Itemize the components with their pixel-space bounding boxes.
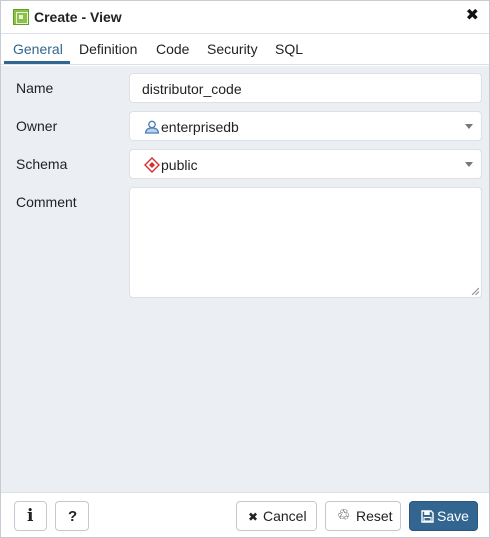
tab-bar: General Definition Code Security SQL (1, 35, 489, 65)
close-icon[interactable]: ✖ (466, 8, 479, 24)
tab-general[interactable]: General (13, 41, 63, 57)
owner-value: enterprisedb (161, 119, 239, 135)
create-view-dialog: Create - View ✖ General Definition Code … (0, 0, 490, 538)
cancel-button[interactable]: ✖ Cancel (236, 501, 317, 531)
info-button[interactable]: i (14, 501, 47, 531)
save-label: Save (437, 508, 469, 524)
help-icon: ? (68, 508, 78, 525)
user-icon (144, 120, 160, 134)
chevron-down-icon[interactable] (465, 124, 473, 129)
chevron-down-icon[interactable] (465, 162, 473, 167)
general-tab-panel: Name distributor_code Owner enterprisedb… (1, 66, 489, 492)
owner-select[interactable]: enterprisedb (129, 111, 482, 141)
comment-label: Comment (16, 194, 77, 210)
schema-value: public (161, 157, 198, 173)
dialog-title: Create - View (34, 9, 122, 25)
floppy-icon (421, 510, 434, 523)
tab-definition[interactable]: Definition (79, 41, 137, 57)
close-icon: ✖ (248, 510, 259, 524)
save-button[interactable]: Save (409, 501, 478, 531)
info-icon: i (27, 506, 34, 526)
recycle-icon: ♲ (337, 506, 351, 524)
cancel-label: Cancel (263, 508, 307, 524)
name-label: Name (16, 80, 54, 96)
name-value: distributor_code (142, 81, 242, 97)
owner-label: Owner (16, 118, 58, 134)
reset-label: Reset (356, 508, 393, 524)
tab-code[interactable]: Code (156, 41, 189, 57)
active-tab-indicator (4, 61, 70, 64)
schema-select[interactable]: public (129, 149, 482, 179)
comment-textarea[interactable] (129, 187, 482, 298)
reset-button[interactable]: ♲ Reset (325, 501, 401, 531)
dialog-titlebar[interactable]: Create - View ✖ (1, 1, 489, 34)
resize-handle-icon[interactable] (471, 287, 479, 295)
schema-icon (144, 157, 160, 173)
view-icon (13, 9, 29, 25)
tab-sql[interactable]: SQL (275, 41, 303, 57)
tab-security[interactable]: Security (207, 41, 258, 57)
dialog-footer: i ? ✖ Cancel ♲ Reset Save (1, 492, 489, 537)
help-button[interactable]: ? (55, 501, 89, 531)
schema-label: Schema (16, 156, 68, 172)
name-input[interactable]: distributor_code (129, 73, 482, 103)
